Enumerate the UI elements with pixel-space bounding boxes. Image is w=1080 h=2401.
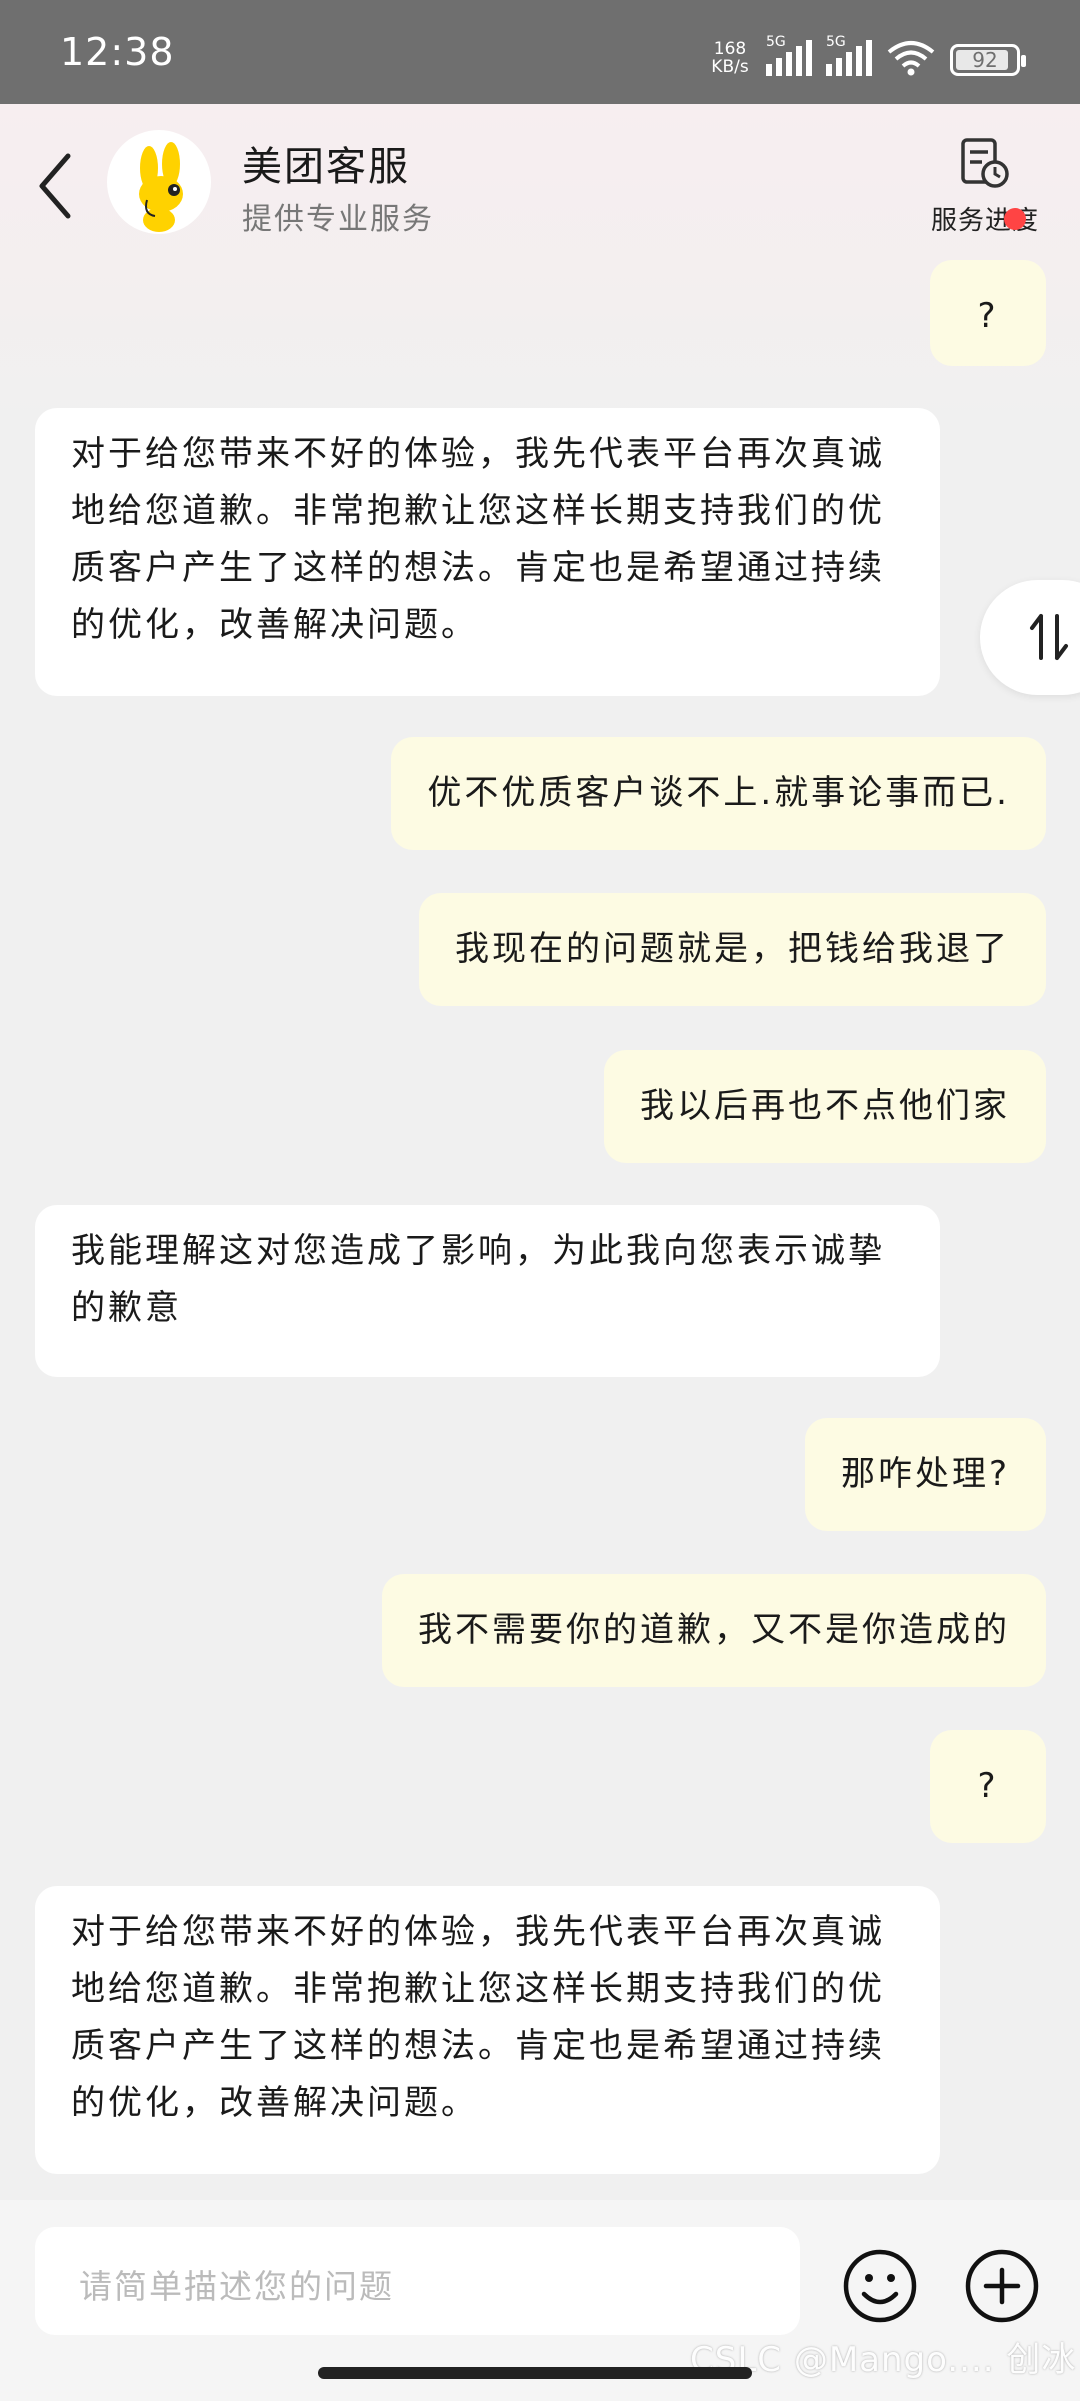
chat-header: 美团客服 提供专业服务 服务进度 <box>0 104 1080 260</box>
user-message: 我现在的问题就是，把钱给我退了 <box>419 893 1046 1006</box>
swap-arrows-icon <box>1030 614 1068 660</box>
scroll-toggle-button[interactable] <box>980 580 1080 695</box>
message-input[interactable]: 请简单描述您的问题 <box>35 2227 800 2335</box>
battery-icon: 92 <box>950 44 1026 76</box>
service-progress-icon <box>961 138 1009 188</box>
agent-message: 对于给您带来不好的体验，我先代表平台再次真诚地给您道歉。非常抱歉让您这样长期支持… <box>35 1886 940 2174</box>
page-subtitle: 提供专业服务 <box>242 202 434 237</box>
home-indicator[interactable] <box>318 2367 752 2379</box>
user-message: 我不需要你的道歉，又不是你造成的 <box>382 1574 1046 1687</box>
status-time: 12:38 <box>60 30 175 74</box>
notification-dot <box>1004 208 1026 230</box>
net-speed: 168 KB/s <box>711 39 749 77</box>
network-type: 5G <box>766 34 786 50</box>
kangaroo-mascot-icon <box>139 142 183 232</box>
service-progress-label: 服务进度 <box>930 206 1039 236</box>
page-title: 美团客服 <box>242 144 410 190</box>
avatar[interactable] <box>107 130 211 234</box>
user-message: 那咋处理? <box>804 1418 1046 1531</box>
user-message: 优不优质客户谈不上.就事论事而已. <box>391 737 1046 850</box>
add-icon[interactable] <box>964 2248 1040 2324</box>
signal-icon: 5G <box>766 34 812 76</box>
battery-level: 92 <box>972 48 998 72</box>
user-message: ? <box>930 260 1046 366</box>
status-bar: 12:38 168 KB/s 5G 5G 92 <box>0 0 1080 104</box>
network-type: 5G <box>826 34 846 50</box>
agent-message: 我能理解这对您造成了影响，为此我向您表示诚挚的歉意 <box>35 1205 940 1377</box>
service-progress-button[interactable]: 服务进度 <box>920 132 1050 242</box>
user-message: 我以后再也不点他们家 <box>604 1050 1046 1163</box>
back-arrow-icon[interactable] <box>30 146 80 226</box>
wifi-icon <box>887 41 935 76</box>
user-message: ? <box>930 1730 1046 1843</box>
status-icons: 168 KB/s 5G 5G 92 <box>708 32 1026 77</box>
signal-icon: 5G <box>826 34 872 76</box>
agent-message: 对于给您带来不好的体验，我先代表平台再次真诚地给您道歉。非常抱歉让您这样长期支持… <box>35 408 940 696</box>
emoji-icon[interactable] <box>842 2248 918 2324</box>
